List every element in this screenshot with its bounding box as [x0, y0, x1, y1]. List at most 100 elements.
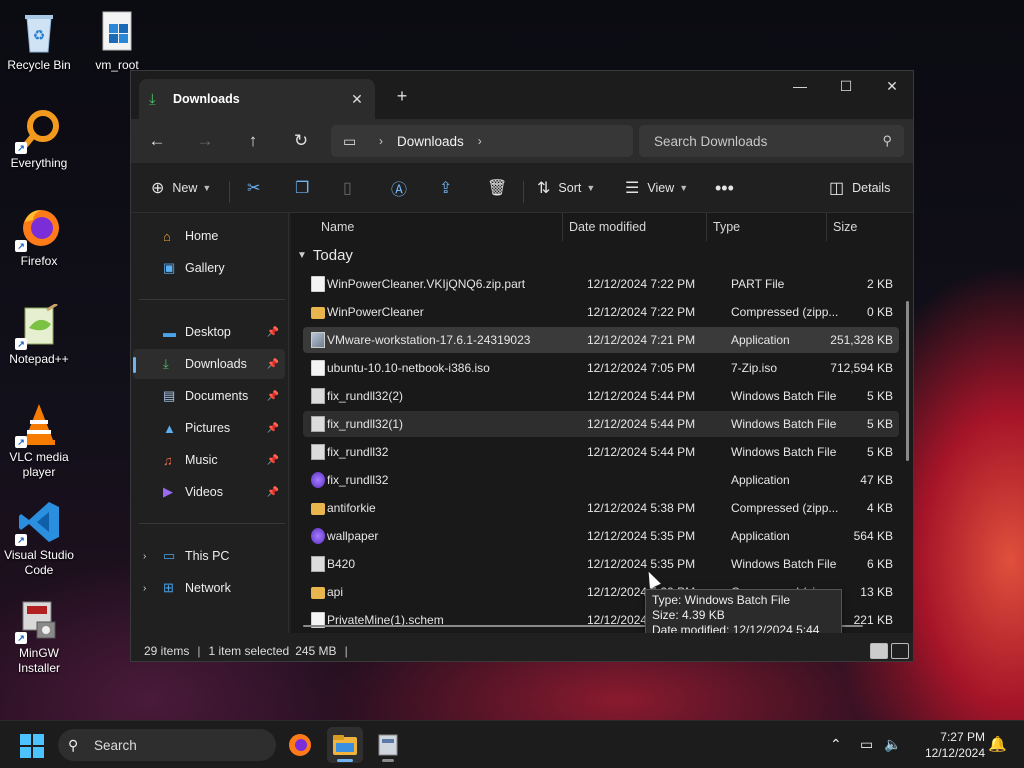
sidebar-item-pictures[interactable]: ▲ Pictures 📌: [133, 413, 285, 443]
tiles-view-button[interactable]: [891, 643, 909, 659]
divider[interactable]: [826, 213, 827, 241]
chevron-right-icon[interactable]: ›: [143, 583, 146, 594]
pin-icon[interactable]: 📌: [267, 391, 279, 402]
desktop-icon-mingw-installer[interactable]: ↗ MinGW Installer: [0, 598, 78, 676]
pin-icon[interactable]: 📌: [267, 359, 279, 370]
new-tab-button[interactable]: +: [389, 83, 415, 109]
rename-button[interactable]: Ⓐ: [391, 173, 407, 203]
application-icon: [311, 528, 325, 544]
file-size: 0 KB: [866, 305, 893, 319]
start-button[interactable]: [20, 734, 44, 758]
view-button[interactable]: ☰ View ▼: [625, 173, 688, 203]
desktop-icon-label: Everything: [10, 156, 68, 170]
pin-icon[interactable]: 📌: [267, 423, 279, 434]
copy-button[interactable]: ❐: [295, 173, 309, 203]
more-options-button[interactable]: •••: [715, 173, 734, 203]
desktop-icon-label: VLC media player: [9, 450, 69, 479]
pin-icon[interactable]: 📌: [267, 327, 279, 338]
desktop-icon-vscode[interactable]: ↗ Visual Studio Code: [0, 500, 78, 578]
sidebar-item-home[interactable]: ⌂ Home: [133, 221, 285, 251]
volume-icon[interactable]: 🔈: [884, 736, 901, 753]
taskbar-search[interactable]: ⚲ Search: [58, 729, 276, 761]
sidebar-item-downloads[interactable]: ⤓ Downloads 📌: [133, 349, 285, 379]
taskbar-app[interactable]: [370, 727, 406, 763]
back-button[interactable]: ←: [141, 125, 173, 157]
details-pane-button[interactable]: ◫ Details: [829, 173, 890, 203]
file-row[interactable]: wallpaper 12/12/2024 5:35 PM Application 56…: [303, 523, 899, 549]
new-button[interactable]: ⊕ New ▼: [151, 173, 211, 203]
sidebar-item-desktop[interactable]: ▬ Desktop 📌: [133, 317, 285, 347]
chevron-down-icon: ▼: [586, 183, 596, 193]
desktop-icon-everything[interactable]: ↗ Everything: [0, 108, 78, 171]
chevron-right-icon[interactable]: ›: [143, 551, 146, 562]
desktop-icon-vm-root[interactable]: vm_root: [78, 10, 156, 73]
column-header-size[interactable]: Size: [833, 220, 857, 234]
desktop-icon-recycle-bin[interactable]: ♻ Recycle Bin: [0, 10, 78, 73]
file-row[interactable]: fix_rundll32 Application 47 KB: [303, 467, 899, 493]
vm-root-icon: [95, 10, 139, 54]
sidebar-item-videos[interactable]: ▶ Videos 📌: [133, 477, 285, 507]
close-window-button[interactable]: ✕: [869, 71, 913, 103]
pin-icon[interactable]: 📌: [267, 487, 279, 498]
clock-date: 12/12/2024: [924, 746, 985, 760]
up-button[interactable]: ↑: [237, 125, 269, 157]
details-view-button[interactable]: [870, 643, 888, 659]
maximize-button[interactable]: ☐: [823, 71, 869, 103]
search-input[interactable]: Search Downloads ⚲: [639, 125, 904, 157]
file-row[interactable]: VMware-workstation-17.6.1-24319023 12/12/…: [303, 327, 899, 353]
file-row[interactable]: fix_rundll32 12/12/2024 5:44 PM Windows Ba…: [303, 439, 899, 465]
column-header-type[interactable]: Type: [713, 220, 740, 234]
file-row[interactable]: WinPowerCleaner 12/12/2024 7:22 PM Compres…: [303, 299, 899, 325]
sidebar-item-documents[interactable]: ▤ Documents 📌: [133, 381, 285, 411]
desktop-icon-vlc[interactable]: ↗ VLC media player: [0, 402, 78, 480]
file-row[interactable]: ubuntu-10.10-netbook-i386.iso 12/12/2024 …: [303, 355, 899, 381]
address-row: ← → ↑ ↻ ▭ › Downloads › Search Downloads…: [131, 119, 913, 163]
refresh-button[interactable]: ↻: [285, 125, 317, 157]
file-row[interactable]: fix_rundll32(2) 12/12/2024 5:44 PM Windows…: [303, 383, 899, 409]
documents-folder-icon: ▤: [163, 388, 176, 403]
sidebar-item-network[interactable]: › ⊞ Network: [133, 573, 285, 603]
close-tab-icon[interactable]: ✕: [349, 91, 365, 108]
minimize-button[interactable]: —: [777, 71, 823, 103]
taskbar-firefox[interactable]: [282, 727, 318, 763]
desktop-icon-notepad-plus-plus[interactable]: ↗ Notepad++: [0, 302, 78, 367]
windows-logo-icon: [20, 747, 31, 758]
title-bar: ⤓ Downloads ✕ + — ☐ ✕: [131, 71, 913, 119]
column-header-date[interactable]: Date modified: [569, 220, 646, 234]
clock[interactable]: 7:27 PM 12/12/2024: [915, 729, 985, 761]
file-row[interactable]: antiforkie 12/12/2024 5:38 PM Compressed (…: [303, 495, 899, 521]
chevron-right-icon[interactable]: ›: [379, 134, 383, 148]
sidebar-item-music[interactable]: ♫ Music 📌: [133, 445, 285, 475]
file-row[interactable]: WinPowerCleaner.VKIjQNQ6.zip.part 12/12/2…: [303, 271, 899, 297]
notification-bell-icon[interactable]: 🔔: [988, 735, 1007, 753]
breadcrumb-downloads[interactable]: Downloads: [397, 134, 464, 149]
chevron-right-icon[interactable]: ›: [478, 134, 482, 148]
group-header-today[interactable]: ▼ Today: [297, 247, 353, 264]
sort-button[interactable]: ⇅ Sort ▼: [537, 173, 595, 203]
cut-button[interactable]: ✂: [247, 173, 260, 203]
file-row[interactable]: fix_rundll32(1) 12/12/2024 5:44 PM Windows…: [303, 411, 899, 437]
share-button[interactable]: ⇪: [439, 173, 452, 203]
sidebar-item-gallery[interactable]: ▣ Gallery: [133, 253, 285, 283]
sidebar-item-this-pc[interactable]: › ▭ This PC: [133, 541, 285, 571]
forward-button[interactable]: →: [189, 125, 221, 157]
tab-title: Downloads: [173, 92, 240, 106]
taskbar-file-explorer[interactable]: [327, 727, 363, 763]
divider[interactable]: [562, 213, 563, 241]
paste-button[interactable]: ▯: [343, 173, 352, 203]
file-row[interactable]: B420 12/12/2024 5:35 PM Windows Batch File…: [303, 551, 899, 577]
delete-button[interactable]: 🗑: [487, 173, 507, 203]
vlc-icon: ↗: [15, 402, 61, 448]
desktop-icon-label: Visual Studio Code: [4, 548, 74, 577]
desktop-icon-firefox[interactable]: ↗ Firefox: [0, 206, 78, 269]
file-size: 712,594 KB: [830, 361, 893, 375]
tab-downloads[interactable]: ⤓ Downloads ✕: [139, 79, 375, 119]
network-status-icon[interactable]: ▭: [860, 736, 873, 753]
address-bar[interactable]: ▭ › Downloads ›: [331, 125, 633, 157]
column-header-name[interactable]: Name: [321, 220, 354, 234]
status-bar: 29 items | 1 item selected 245 MB |: [131, 639, 913, 661]
divider[interactable]: [706, 213, 707, 241]
chevron-up-icon[interactable]: ⌃: [830, 736, 842, 753]
pin-icon[interactable]: 📌: [267, 455, 279, 466]
vertical-scrollbar[interactable]: [906, 301, 909, 461]
